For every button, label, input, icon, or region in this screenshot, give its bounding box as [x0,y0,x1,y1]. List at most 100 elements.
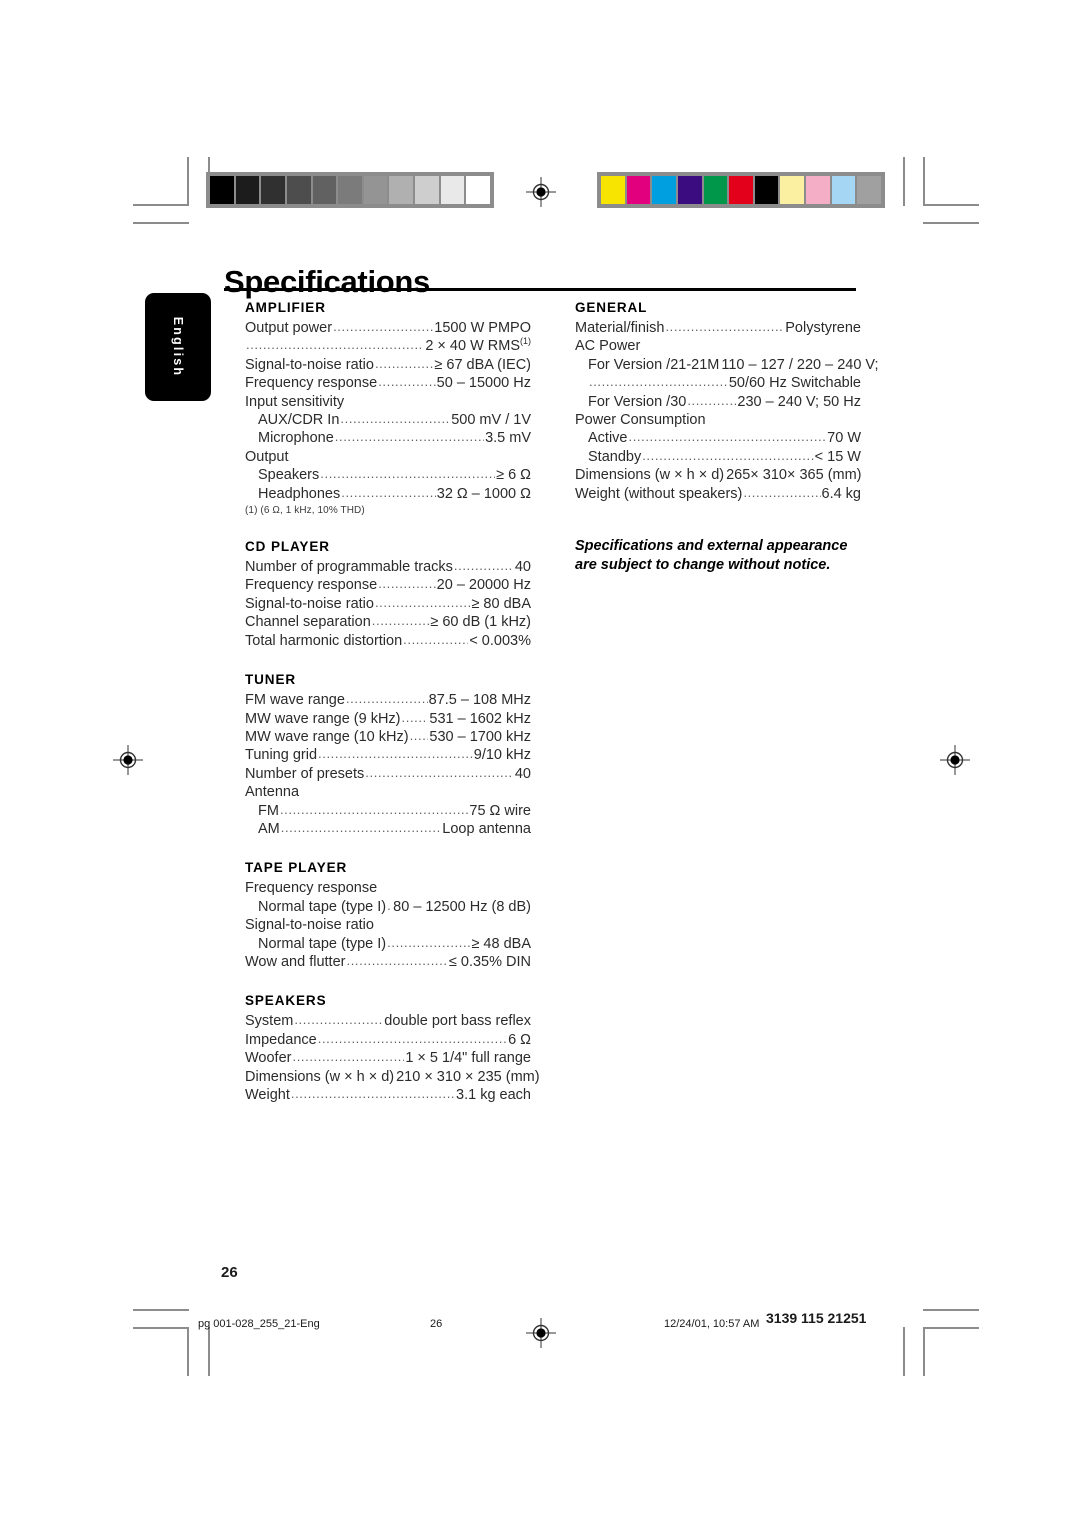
spec-row: Weight..................................… [245,1086,531,1104]
color-swatch-7 [780,176,805,204]
spec-row-value: 530 – 1700 kHz [429,728,531,745]
spec-row: Channel separation......................… [245,613,531,631]
spec-row: System..................................… [245,1012,531,1030]
crop-mark-top-left-h2 [133,222,189,224]
spec-row: Output [245,448,531,466]
change-notice: Specifications and external appearance a… [575,538,848,574]
crop-mark-bottom-right-v2 [923,1327,925,1376]
spec-row-dot-leader: ........................................… [387,897,392,913]
crop-mark-top-right-v2 [923,157,925,206]
spec-row-label: Wow and flutter [245,953,346,970]
spec-section: AMPLIFIER Output power...................… [245,300,531,517]
spec-row: Input sensitivity [245,393,531,411]
spec-row-dot-leader: ........................................… [320,466,496,482]
spec-row: Signal-to-noise ratio...................… [245,356,531,374]
spec-row-label: FM [258,802,279,819]
spec-row-value: 110 – 127 / 220 – 240 V; [721,356,879,373]
spec-row-value: 3.5 mV [485,430,531,447]
spec-row-label: Speakers [258,467,320,484]
crop-mark-bottom-right-h [923,1309,979,1311]
crop-mark-bottom-left-v [187,1327,189,1376]
spec-row-label: Frequency response [245,375,378,392]
spec-row-value: 70 W [827,430,861,447]
spec-row-label: Tuning grid [245,747,318,764]
spec-row-dot-leader: ........................................… [317,1030,508,1046]
spec-row-dot-leader: ........................................… [365,764,514,780]
spec-row-dot-leader: ........................................… [345,691,428,707]
spec-row: Signal-to-noise ratio...................… [245,595,531,613]
spec-row: Material/finish.........................… [575,319,861,337]
spec-section-heading: CD PLAYER [245,539,330,555]
title-rule [224,288,856,291]
spec-row: FM......................................… [245,802,531,820]
grayscale-swatch-4 [312,176,337,204]
spec-row-dot-leader: ........................................… [665,319,784,334]
spec-row: Impedance...............................… [245,1031,531,1049]
spec-row-value: double port bass reflex [384,1013,531,1030]
spec-row-label: AUX/CDR In [258,412,340,429]
spec-row-value: Loop antenna [442,820,531,837]
spec-row: Frequency response......................… [245,576,531,594]
spec-row: Dimensions (w × h × d)..................… [245,1068,540,1086]
registration-mark-bottom-center [526,1318,556,1348]
spec-row-dot-leader: ........................................… [387,934,470,950]
spec-row-value: ≥ 48 dBA [471,935,531,952]
grayscale-swatch-3 [286,176,311,204]
spec-row: Signal-to-noise ratio [245,916,531,934]
spec-row: Microphone..............................… [245,429,531,447]
color-swatch-9 [831,176,856,204]
spec-row: Standby.................................… [575,448,861,466]
spec-section-heading: SPEAKERS [245,993,327,1009]
crop-mark-top-right-h [923,204,979,206]
spec-row: AUX/CDR In..............................… [245,411,531,429]
spec-row-value: 50/60 Hz Switchable [728,375,861,392]
crop-mark-bottom-right-h2 [923,1327,979,1329]
spec-row-value: 230 – 240 V; 50 Hz [737,393,861,410]
spec-row-dot-leader: ........................................… [453,558,514,574]
color-calibration-bar [597,172,885,208]
spec-row-label: Signal-to-noise ratio [245,595,374,612]
spec-row-value: 1 × 5 1/4" full range [405,1050,531,1067]
spec-row: FM wave range...........................… [245,691,531,709]
color-swatch-3 [677,176,702,204]
color-swatch-6 [754,176,779,204]
spec-row: Frequency response [245,879,531,897]
spec-row-value: 87.5 – 108 MHz [428,692,531,709]
spec-row-label: MW wave range (10 kHz) [245,728,409,745]
spec-row-label: AC Power [575,338,641,355]
spec-row: Normal tape (type I)....................… [245,935,531,953]
spec-section-footnote: (1) (6 Ω, 1 kHz, 10% THD) [245,505,365,517]
crop-mark-bottom-left-h [133,1309,189,1311]
spec-row-dot-leader: ........................................… [346,952,448,968]
spec-row-dot-leader: ........................................… [743,484,820,500]
spec-row-dot-leader: ........................................… [403,631,468,647]
spec-row-dot-leader: ........................................… [409,727,429,743]
spec-row: Normal tape (type I)....................… [245,898,531,916]
spec-row: Headphones..............................… [245,485,531,503]
spec-row-value: 80 – 12500 Hz (8 dB) [393,898,531,915]
spec-row-dot-leader: ........................................… [589,374,728,390]
spec-row: MW wave range (10 kHz)..................… [245,728,531,746]
spec-row-label: Headphones [258,485,341,502]
spec-row-label: Total harmonic distortion [245,632,403,649]
registration-mark-right [940,745,970,775]
spec-row-dot-leader: ........................................… [246,337,425,353]
spec-row: Tuning grid.............................… [245,746,531,764]
spec-row-value: ≤ 0.35% DIN [448,953,531,970]
spec-row: Antenna [245,783,531,801]
spec-row-label: Normal tape (type I) [258,898,387,915]
grayscale-swatch-6 [363,176,388,204]
spec-row-dot-leader: ........................................… [341,484,436,500]
registration-mark-left [113,745,143,775]
registration-mark-top-center [526,177,556,207]
spec-row-label: Frequency response [245,880,378,897]
color-swatch-2 [652,176,676,204]
spec-row-label: System [245,1013,294,1030]
spec-row: Frequency response......................… [245,374,531,392]
spec-section: GENERAL Material/finish..................… [575,300,879,503]
spec-row-value: ≥ 6 Ω [496,467,531,484]
crop-mark-bottom-right-v [903,1327,905,1376]
color-swatch-8 [806,176,830,204]
spec-row-label: Antenna [245,784,300,801]
spec-row-dot-leader: ........................................… [280,819,442,835]
